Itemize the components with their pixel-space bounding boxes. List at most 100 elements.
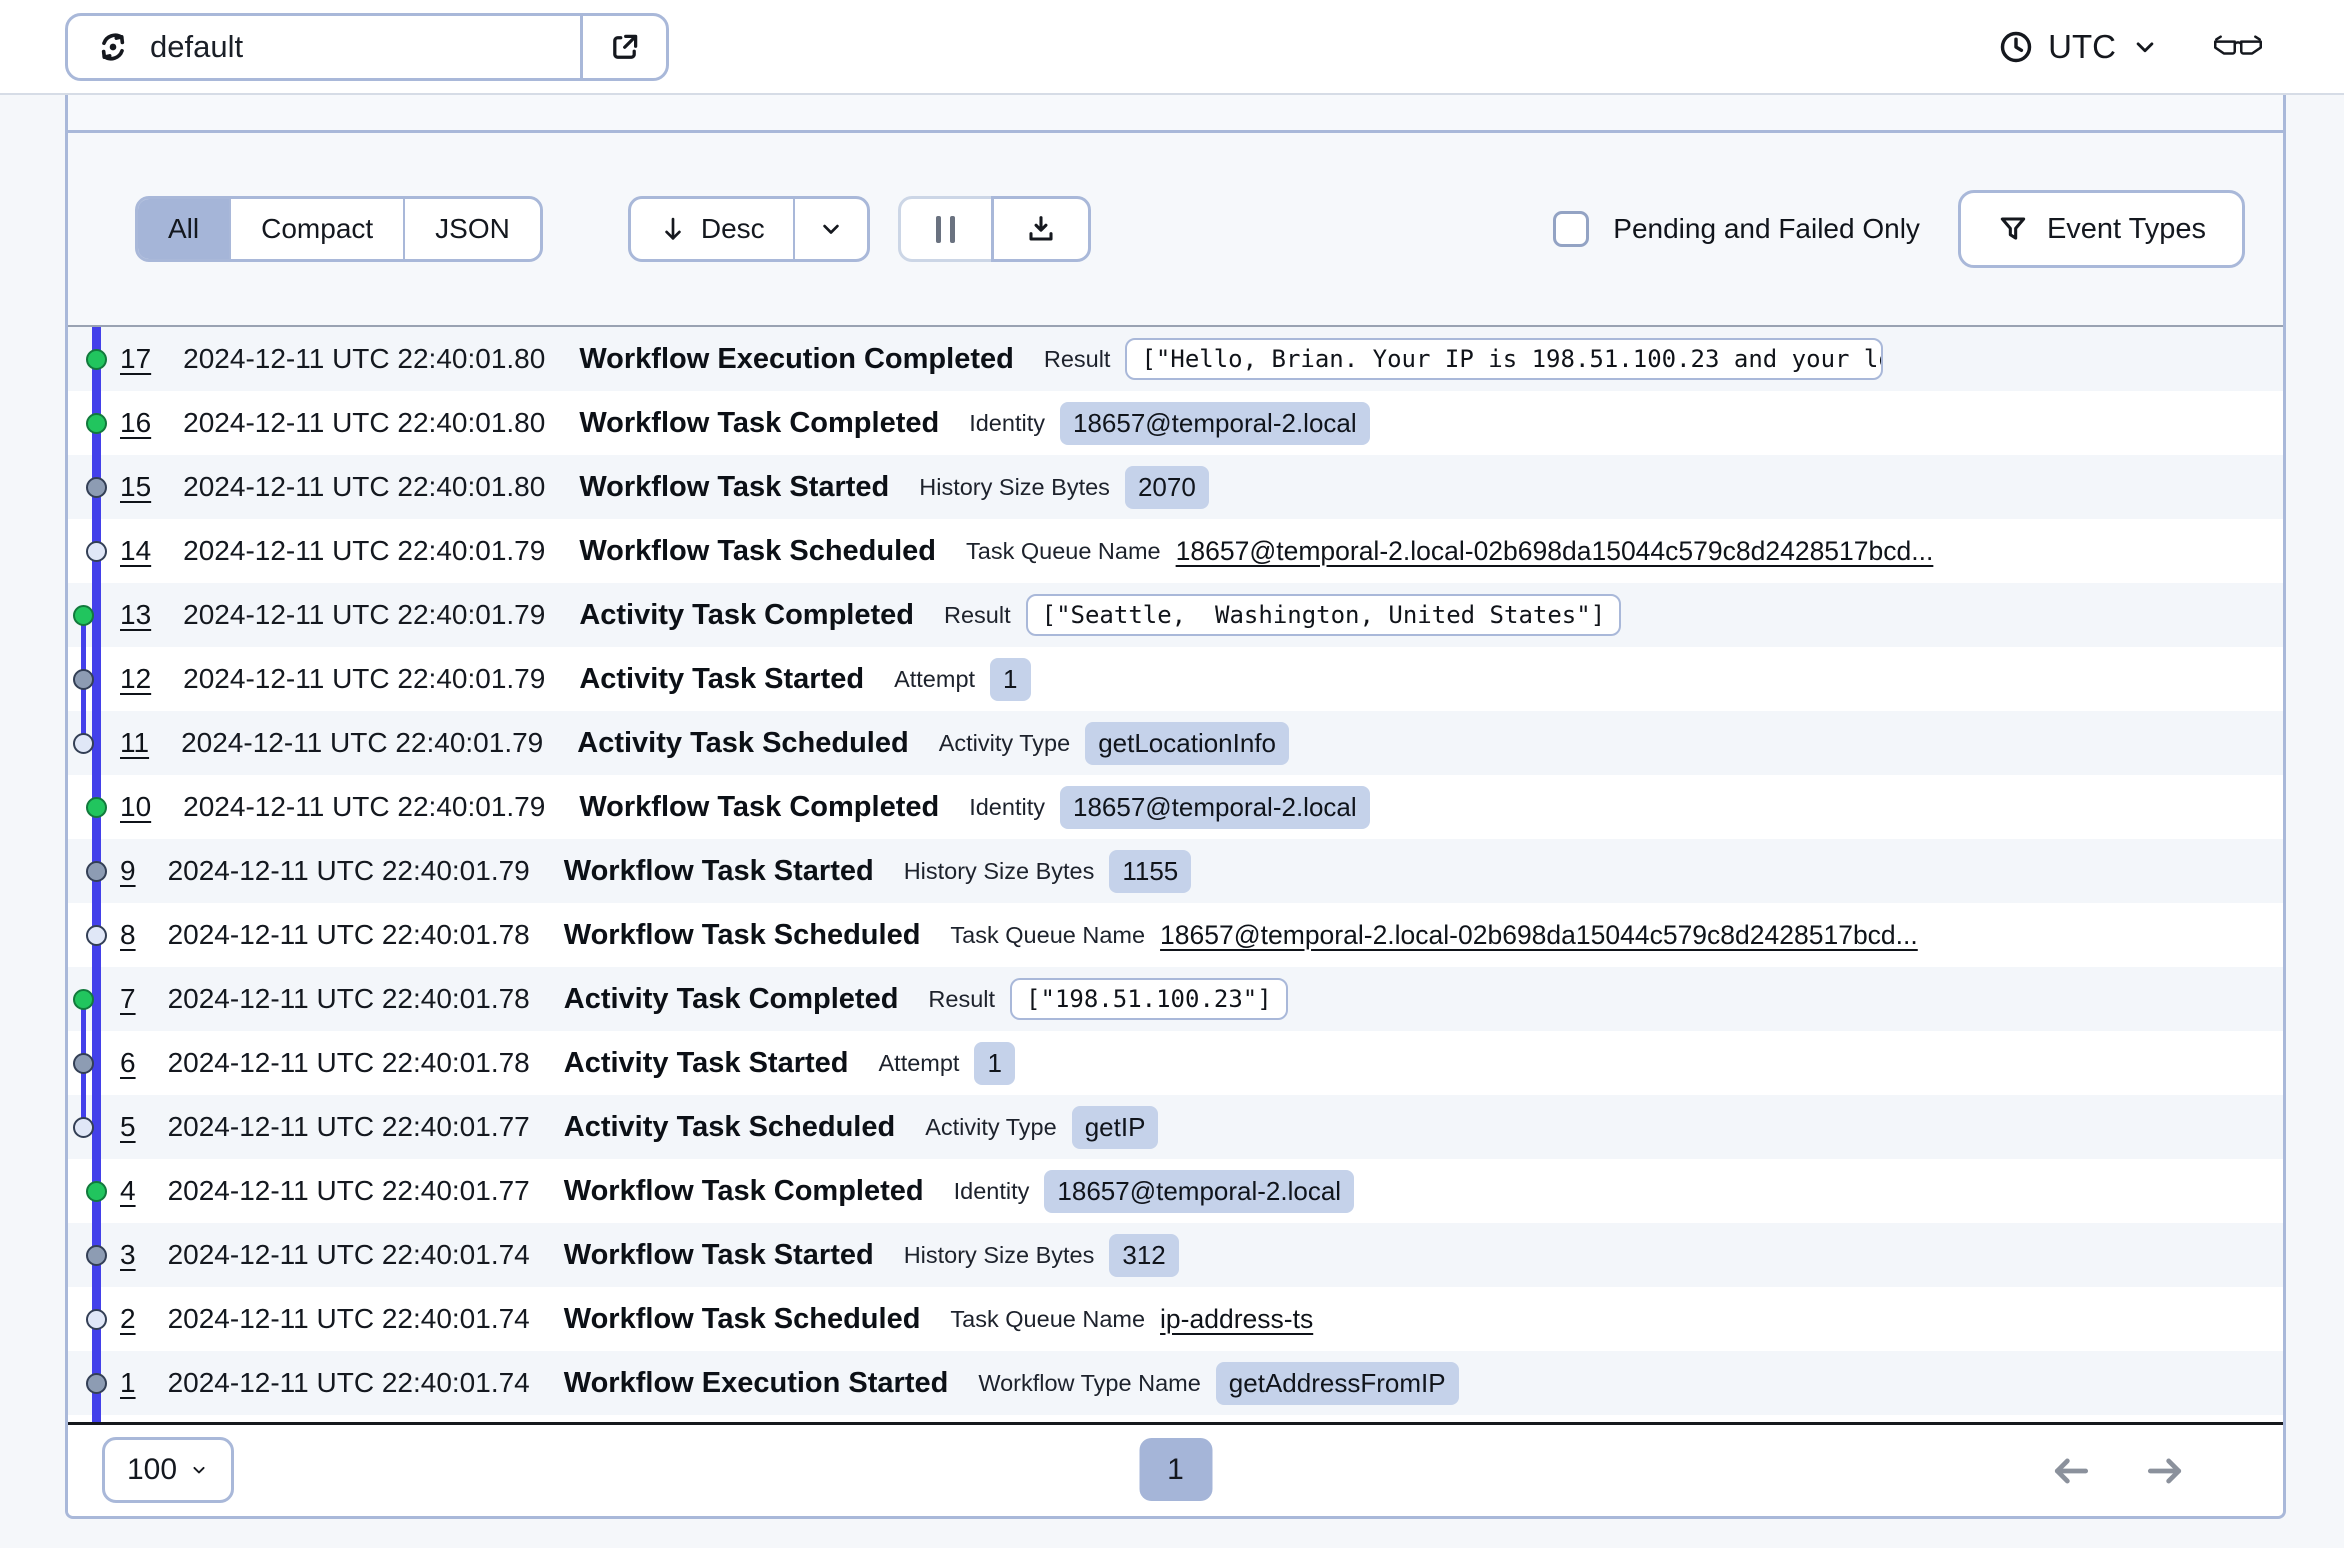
filter-funnel-icon bbox=[1997, 213, 2029, 245]
event-name: Activity Task Completed bbox=[579, 598, 914, 631]
event-row[interactable]: 8 2024-12-11 UTC 22:40:01.78 Workflow Ta… bbox=[68, 903, 2283, 967]
event-timestamp: 2024-12-11 UTC 22:40:01.80 bbox=[183, 471, 546, 502]
event-attr-value: 18657@temporal-2.local-02b698da15044c579… bbox=[1175, 535, 1934, 566]
event-history-panel: All Compact JSON Desc Pending and Failed… bbox=[65, 95, 2286, 1519]
event-name: Workflow Execution Started bbox=[563, 1366, 949, 1399]
chevron-down-icon bbox=[817, 215, 845, 243]
event-id-link[interactable]: 7 bbox=[120, 983, 136, 1015]
event-id-link[interactable]: 2 bbox=[120, 1303, 136, 1335]
event-types-button[interactable]: Event Types bbox=[1957, 190, 2245, 268]
event-name: Workflow Task Completed bbox=[579, 406, 940, 439]
event-attr-value: ["Hello, Brian. Your IP is 198.51.100.23… bbox=[1125, 338, 1884, 380]
page-size-value: 100 bbox=[126, 1453, 178, 1486]
event-attr-value: 312 bbox=[1109, 1233, 1179, 1277]
sort-dropdown-button[interactable] bbox=[792, 199, 867, 259]
event-row[interactable]: 11 2024-12-11 UTC 22:40:01.79 Activity T… bbox=[68, 711, 2283, 775]
event-row[interactable]: 15 2024-12-11 UTC 22:40:01.80 Workflow T… bbox=[68, 455, 2283, 519]
event-row[interactable]: 12 2024-12-11 UTC 22:40:01.79 Activity T… bbox=[68, 647, 2283, 711]
event-row[interactable]: 6 2024-12-11 UTC 22:40:01.78 Activity Ta… bbox=[68, 1031, 2283, 1095]
external-link-icon bbox=[608, 30, 642, 64]
event-id-link[interactable]: 14 bbox=[120, 535, 151, 567]
event-row[interactable]: 4 2024-12-11 UTC 22:40:01.77 Workflow Ta… bbox=[68, 1159, 2283, 1223]
event-timestamp: 2024-12-11 UTC 22:40:01.79 bbox=[183, 535, 546, 566]
chevron-down-icon bbox=[189, 1460, 209, 1480]
event-row[interactable]: 17 2024-12-11 UTC 22:40:01.80 Workflow E… bbox=[68, 327, 2283, 391]
event-row[interactable]: 14 2024-12-11 UTC 22:40:01.79 Workflow T… bbox=[68, 519, 2283, 583]
event-row[interactable]: 3 2024-12-11 UTC 22:40:01.74 Workflow Ta… bbox=[68, 1223, 2283, 1287]
event-id-link[interactable]: 10 bbox=[120, 791, 151, 823]
event-attr-label: History Size Bytes bbox=[903, 1241, 1095, 1268]
event-name: Activity Task Started bbox=[563, 1046, 849, 1079]
event-timestamp: 2024-12-11 UTC 22:40:01.79 bbox=[167, 855, 530, 886]
event-attr-value: 18657@temporal-2.local-02b698da15044c579… bbox=[1160, 919, 1918, 950]
event-row[interactable]: 2 2024-12-11 UTC 22:40:01.74 Workflow Ta… bbox=[68, 1287, 2283, 1351]
download-button[interactable] bbox=[990, 196, 1091, 262]
event-attr-value: ["198.51.100.23"] bbox=[1010, 978, 1288, 1020]
event-attr-value: ["Seattle, Washington, United States"] bbox=[1025, 594, 1622, 636]
next-page-button[interactable] bbox=[2143, 1449, 2187, 1493]
event-attr-label: Result bbox=[928, 985, 996, 1012]
sort-order-label: Desc bbox=[700, 213, 765, 244]
event-timestamp: 2024-12-11 UTC 22:40:01.80 bbox=[183, 407, 546, 438]
event-row[interactable]: 16 2024-12-11 UTC 22:40:01.80 Workflow T… bbox=[68, 391, 2283, 455]
tab-all[interactable]: All bbox=[138, 199, 230, 259]
event-row[interactable]: 1 2024-12-11 UTC 22:40:01.74 Workflow Ex… bbox=[68, 1351, 2283, 1415]
open-namespace-button[interactable] bbox=[580, 16, 666, 78]
top-bar: default UTC bbox=[0, 0, 2344, 95]
view-mode-tabs: All Compact JSON bbox=[135, 196, 543, 262]
event-id-link[interactable]: 3 bbox=[120, 1239, 136, 1271]
event-attr-label: Attempt bbox=[878, 1049, 960, 1076]
event-name: Activity Task Completed bbox=[563, 982, 899, 1015]
arrow-down-icon bbox=[659, 215, 687, 243]
event-name: Activity Task Started bbox=[579, 662, 865, 695]
event-timestamp: 2024-12-11 UTC 22:40:01.78 bbox=[167, 1047, 530, 1078]
event-id-link[interactable]: 11 bbox=[120, 727, 149, 759]
event-status-dot bbox=[86, 348, 107, 370]
event-id-link[interactable]: 4 bbox=[120, 1175, 136, 1207]
timezone-button[interactable]: UTC bbox=[1998, 16, 2160, 78]
page-size-select[interactable]: 100 bbox=[102, 1437, 234, 1503]
event-id-link[interactable]: 6 bbox=[120, 1047, 136, 1079]
event-id-link[interactable]: 15 bbox=[120, 471, 151, 503]
event-attr-label: Result bbox=[1043, 345, 1111, 372]
clock-icon bbox=[1998, 29, 2034, 65]
event-id-link[interactable]: 5 bbox=[120, 1111, 136, 1143]
event-row[interactable]: 5 2024-12-11 UTC 22:40:01.77 Activity Ta… bbox=[68, 1095, 2283, 1159]
event-attr-value: getLocationInfo bbox=[1085, 721, 1290, 765]
event-id-link[interactable]: 9 bbox=[120, 855, 136, 887]
event-status-dot bbox=[86, 1308, 107, 1330]
event-history-toolbar: All Compact JSON Desc Pending and Failed… bbox=[68, 133, 2283, 327]
event-row[interactable]: 7 2024-12-11 UTC 22:40:01.78 Activity Ta… bbox=[68, 967, 2283, 1031]
page-number-button[interactable]: 1 bbox=[1139, 1438, 1212, 1501]
prev-page-button[interactable] bbox=[2049, 1449, 2093, 1493]
event-id-link[interactable]: 12 bbox=[120, 663, 151, 695]
pending-failed-checkbox[interactable] bbox=[1553, 211, 1590, 247]
event-types-label: Event Types bbox=[2046, 212, 2206, 245]
labs-mode-button[interactable] bbox=[2212, 24, 2264, 70]
arrow-left-icon bbox=[2049, 1449, 2093, 1493]
pause-button[interactable] bbox=[897, 196, 994, 262]
event-row[interactable]: 13 2024-12-11 UTC 22:40:01.79 Activity T… bbox=[68, 583, 2283, 647]
event-row[interactable]: 9 2024-12-11 UTC 22:40:01.79 Workflow Ta… bbox=[68, 839, 2283, 903]
event-row[interactable]: 10 2024-12-11 UTC 22:40:01.79 Workflow T… bbox=[68, 775, 2283, 839]
event-id-link[interactable]: 1 bbox=[120, 1367, 136, 1399]
event-id-link[interactable]: 17 bbox=[120, 343, 151, 375]
event-id-link[interactable]: 13 bbox=[120, 599, 151, 631]
event-name: Activity Task Scheduled bbox=[563, 1110, 896, 1143]
event-attr-value: 18657@temporal-2.local bbox=[1059, 401, 1370, 445]
event-id-link[interactable]: 16 bbox=[120, 407, 151, 439]
event-attr-value: 2070 bbox=[1124, 465, 1209, 509]
event-timestamp: 2024-12-11 UTC 22:40:01.79 bbox=[181, 727, 544, 758]
event-attr-value: 1155 bbox=[1109, 849, 1192, 893]
event-id-link[interactable]: 8 bbox=[120, 919, 136, 951]
event-timestamp: 2024-12-11 UTC 22:40:01.78 bbox=[167, 983, 530, 1014]
namespace-current[interactable]: default bbox=[68, 16, 580, 78]
event-attr-value: 18657@temporal-2.local bbox=[1059, 785, 1370, 829]
event-timestamp: 2024-12-11 UTC 22:40:01.74 bbox=[167, 1239, 530, 1270]
tab-compact[interactable]: Compact bbox=[229, 199, 404, 259]
event-timestamp: 2024-12-11 UTC 22:40:01.79 bbox=[183, 599, 546, 630]
event-name: Workflow Task Scheduled bbox=[563, 918, 921, 951]
namespace-switcher[interactable]: default bbox=[65, 13, 669, 81]
sort-order-button[interactable]: Desc bbox=[631, 199, 793, 259]
tab-json[interactable]: JSON bbox=[403, 199, 540, 259]
